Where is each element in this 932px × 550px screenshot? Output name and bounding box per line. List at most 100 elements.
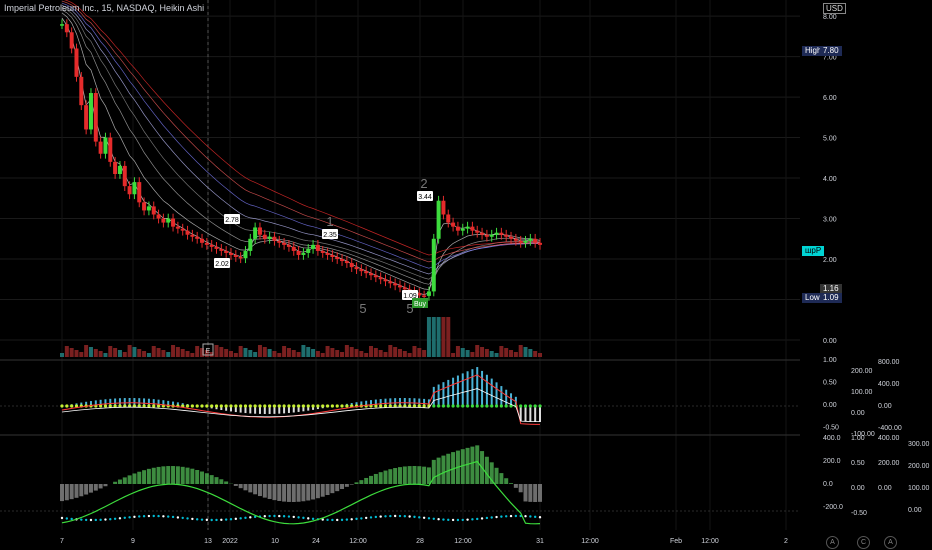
candle-body [248,238,253,251]
osc-dot [215,518,218,522]
macd-zero-dot [374,404,378,408]
osc-histogram-bar [369,475,374,484]
osc-dot [138,515,141,518]
macd-zero-dot [461,404,465,408]
osc-histogram-bar [306,484,311,501]
osc-histogram-bar [523,484,528,502]
osc-histogram-bar [465,447,470,484]
macd-zero-dot [504,404,508,408]
osc-dot [282,515,286,518]
osc-histogram-bar [388,469,393,484]
candle-body [180,228,185,231]
volume-bar [455,346,460,357]
volume-bar [451,353,456,357]
volume-bar [79,352,84,357]
volume-bar [103,353,108,357]
candle-body [528,238,533,241]
volume-bar [499,346,504,357]
candle-body [296,250,301,255]
macd-zero-dot [383,404,388,408]
volume-bar [518,345,523,357]
osc-histogram-bar [538,484,542,502]
macd-zero-dot [456,404,460,408]
candle-body [388,281,393,284]
volume-bar [397,349,402,357]
volume-bar [369,346,374,357]
candle-body [460,228,465,231]
time-tick-label: 28 [416,538,424,545]
volume-bar [214,345,219,357]
osc-histogram-bar [359,480,364,484]
candle-body [88,93,93,130]
osc-dot [263,515,266,518]
osc-dot [369,516,373,519]
osc-histogram-bar [180,466,185,484]
volume-bar [330,348,335,357]
auto-icon[interactable]: A [884,536,897,549]
osc-dot [84,518,88,522]
candle-body [103,137,108,154]
candle-body [64,24,69,33]
price-chart[interactable]: 1.000.500.00-0.50200.00100.000.00-100.00… [0,0,932,550]
osc-histogram-bar [397,467,402,484]
osc-dot [229,518,233,521]
osc-dot [200,518,204,521]
candle-body [93,93,98,142]
volume-bar [156,348,161,357]
macd-zero-dot [494,404,499,408]
volume-bar [533,351,538,357]
volume-bar [364,353,369,357]
candle-body [509,236,514,239]
osc-histogram-bar [340,484,345,490]
osc-histogram-bar [84,484,89,495]
osc-histogram-bar [325,484,330,496]
volume-bar [195,346,200,357]
osc-dot [393,514,397,518]
macd-zero-dot [379,404,383,408]
candle-body [344,261,349,264]
volume-bar [113,348,118,357]
osc-dot [210,518,213,522]
volume-bar [171,345,176,357]
volume-bar [60,353,64,357]
macd-zero-dot [490,404,494,408]
candle-body [306,248,311,253]
candle-body [272,236,277,241]
volume-bar [325,346,330,357]
osc-histogram-bar [156,466,161,484]
osc-histogram-bar [64,484,69,501]
candle-body [74,48,79,77]
volume-bar [233,353,238,357]
osc-histogram-bar [499,473,504,484]
volume-bar [349,347,354,357]
volume-bar [282,346,287,357]
time-tick-label: 12:00 [701,538,719,545]
compare-icon[interactable]: C [857,536,870,549]
macd-zero-dot [60,404,64,408]
osc-tick-col1: -200.0 [823,504,843,511]
candle-body [373,275,378,278]
currency-badge[interactable]: USD [823,3,846,14]
volume-bar [185,351,190,357]
volume-bar [69,348,74,357]
osc-tick-col3: 400.00 [878,435,900,442]
candle-body [364,271,369,274]
osc-dot [128,516,131,519]
volume-bar [301,345,306,357]
osc-histogram-bar [441,455,446,484]
low-value: 1.09 [820,293,842,303]
volume-bar [127,345,132,357]
osc-dot [480,517,484,520]
osc-histogram-bar [142,470,147,484]
osc-dot [447,518,450,522]
osc-histogram-bar [219,479,224,484]
candle-body [480,232,485,235]
macd-zero-dot [243,404,248,408]
volume-bar [117,350,122,357]
macd-zero-dot [239,404,243,408]
volume-bar [494,353,499,357]
candle-body [257,227,262,235]
auto-scale-icon[interactable]: A [826,536,839,549]
candle-body [224,250,229,253]
candle-body [455,226,460,231]
